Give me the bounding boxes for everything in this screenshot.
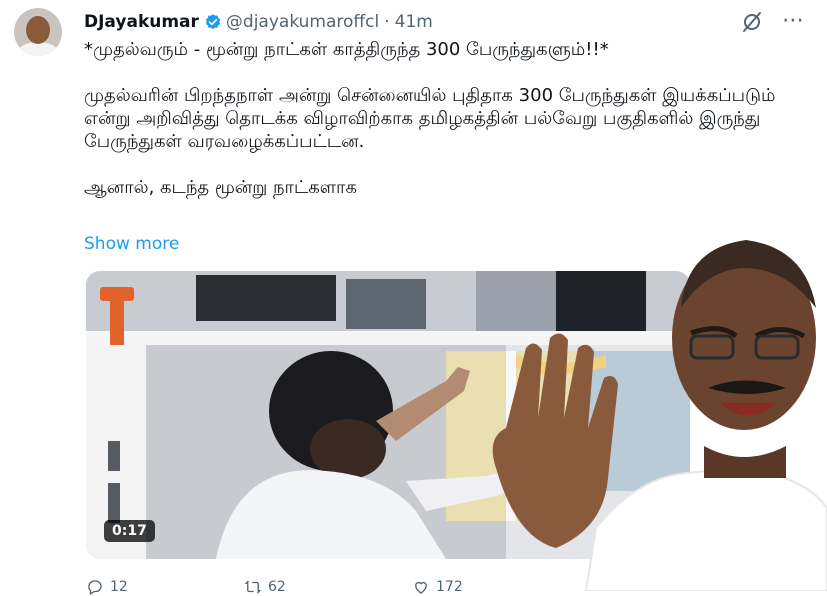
person-photo-overlay	[492, 240, 827, 591]
tweet-text: *முதல்வரும் - மூன்று நாட்கள் காத்திருந்த…	[84, 38, 784, 199]
tweet-paragraph-headline: *முதல்வரும் - மூன்று நாட்கள் காத்திருந்த…	[84, 39, 609, 60]
retweet-button[interactable]: 62	[244, 578, 286, 596]
reply-count: 12	[110, 579, 128, 595]
like-count: 172	[436, 579, 463, 595]
reply-button[interactable]: 12	[86, 578, 128, 596]
avatar-shirt	[18, 42, 58, 56]
avatar-face	[26, 16, 50, 44]
show-more-link[interactable]: Show more	[84, 234, 179, 254]
separator-dot: ·	[384, 12, 390, 32]
display-name[interactable]: DJayakumar	[84, 12, 199, 32]
tweet-time[interactable]: 41m	[395, 12, 433, 32]
verified-badge-icon	[205, 14, 221, 30]
retweet-count: 62	[268, 579, 286, 595]
avatar[interactable]	[14, 8, 62, 56]
heart-icon	[415, 581, 427, 594]
video-duration-badge: 0:17	[104, 520, 155, 542]
tweet-paragraph-body: முதல்வரின் பிறந்தநாள் அன்று சென்னையில் ப…	[84, 85, 776, 152]
user-handle[interactable]: @djayakumaroffcl	[226, 12, 379, 32]
tweet-header: DJayakumar @djayakumaroffcl · 41m	[84, 10, 433, 34]
like-button[interactable]: 172	[412, 578, 463, 596]
reply-icon	[88, 580, 102, 595]
retweet-icon	[244, 580, 262, 594]
tweet-paragraph-truncated: ஆனால், கடந்த மூன்று நாட்களாக	[84, 177, 357, 198]
more-options-icon[interactable]: ⋯	[778, 8, 808, 34]
grok-icon[interactable]	[740, 10, 764, 34]
